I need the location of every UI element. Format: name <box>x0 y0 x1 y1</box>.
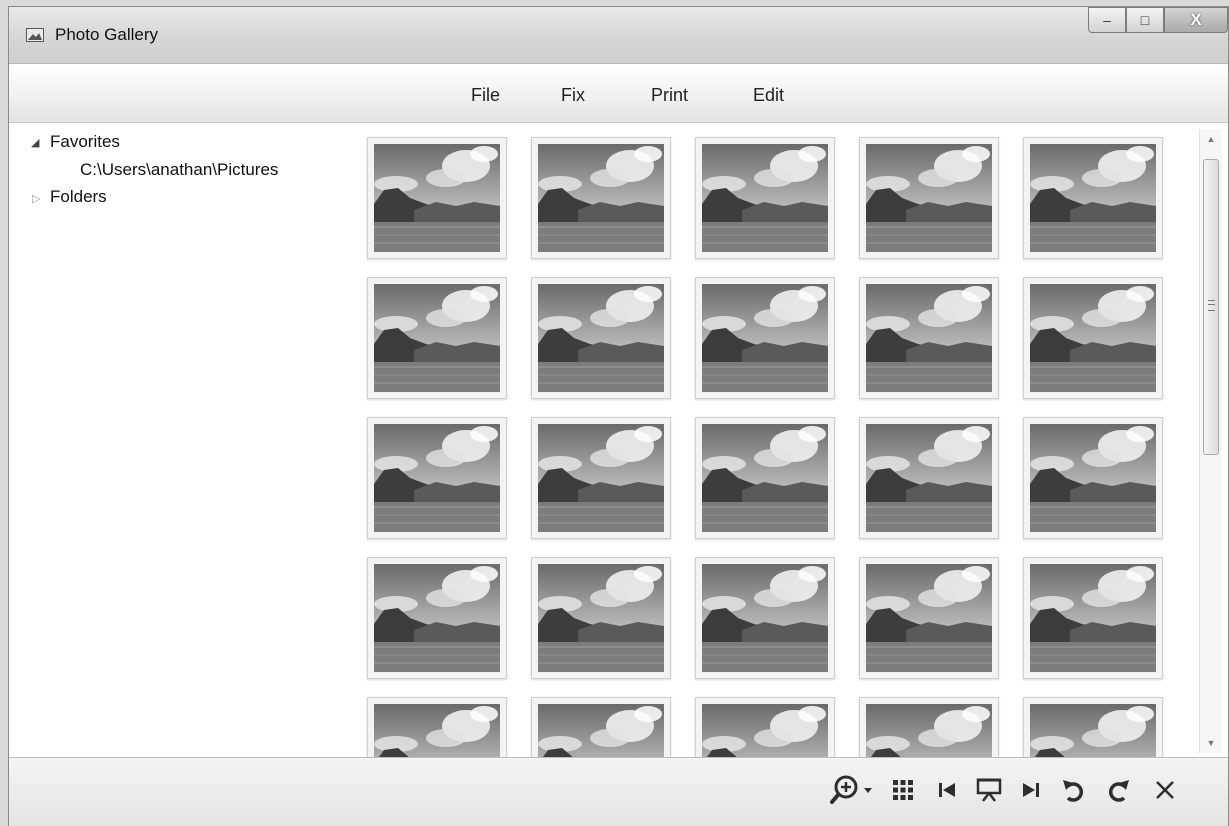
close-window-button[interactable]: X <box>1164 7 1228 33</box>
folder-tree: ◢ Favorites C:\Users\anathan\Pictures ▷ … <box>9 123 359 757</box>
photo-thumbnail[interactable] <box>367 557 507 679</box>
photo-thumbnail[interactable] <box>859 417 999 539</box>
landscape-photo <box>538 424 664 532</box>
skip-forward-icon <box>1023 783 1039 797</box>
menu-print[interactable]: Print <box>651 85 688 106</box>
photo-gallery-window: Photo Gallery – □ X File Fix Print Edit … <box>8 6 1229 826</box>
photo-thumbnail[interactable] <box>1023 557 1163 679</box>
rotate-left-button[interactable] <box>1055 770 1091 810</box>
photo-thumbnail[interactable] <box>367 697 507 757</box>
maximize-icon: □ <box>1140 12 1150 28</box>
menu-bar: File Fix Print Edit <box>9 64 1228 123</box>
tree-item-folders[interactable]: Folders <box>50 187 107 207</box>
slideshow-icon <box>976 778 1002 802</box>
photo-thumbnail[interactable] <box>531 417 671 539</box>
landscape-photo <box>1030 144 1156 252</box>
photo-thumbnail[interactable] <box>1023 697 1163 757</box>
photo-thumbnail[interactable] <box>367 277 507 399</box>
window-controls: – □ X <box>1088 7 1228 35</box>
photo-thumbnail[interactable] <box>1023 277 1163 399</box>
collapsed-triangle-icon[interactable]: ▷ <box>32 192 40 205</box>
photo-thumbnail[interactable] <box>531 137 671 259</box>
close-icon: X <box>1190 10 1202 29</box>
photo-thumbnail[interactable] <box>695 697 835 757</box>
photo-thumbnail[interactable] <box>695 417 835 539</box>
landscape-photo <box>702 704 828 757</box>
close-icon <box>1156 781 1174 799</box>
landscape-photo <box>866 564 992 672</box>
landscape-photo <box>374 144 500 252</box>
photo-app-icon <box>26 28 44 42</box>
rotate-ccw-icon <box>1063 780 1084 802</box>
landscape-photo <box>866 704 992 757</box>
photo-thumbnail[interactable] <box>531 697 671 757</box>
landscape-photo <box>702 424 828 532</box>
zoom-in-icon <box>830 775 872 804</box>
menu-fix[interactable]: Fix <box>561 85 585 106</box>
landscape-photo <box>538 704 664 757</box>
skip-back-icon <box>939 783 955 797</box>
maximize-button[interactable]: □ <box>1126 7 1164 33</box>
minimize-button[interactable]: – <box>1088 7 1126 33</box>
landscape-photo <box>374 284 500 392</box>
landscape-photo <box>1030 704 1156 757</box>
window-title: Photo Gallery <box>55 25 158 44</box>
menu-edit[interactable]: Edit <box>753 85 784 106</box>
landscape-photo <box>538 284 664 392</box>
photo-thumbnail[interactable] <box>1023 417 1163 539</box>
delete-button[interactable] <box>1147 770 1183 810</box>
landscape-photo <box>1030 284 1156 392</box>
bottom-toolbar <box>9 757 1228 826</box>
landscape-photo <box>374 424 500 532</box>
previous-button[interactable] <box>929 770 965 810</box>
slideshow-button[interactable] <box>969 770 1009 810</box>
landscape-photo <box>374 704 500 757</box>
photo-thumbnail[interactable] <box>695 277 835 399</box>
photo-thumbnail[interactable] <box>859 137 999 259</box>
tree-item-pictures-folder[interactable]: C:\Users\anathan\Pictures <box>80 160 278 180</box>
photo-thumbnail[interactable] <box>1023 137 1163 259</box>
photo-thumbnail[interactable] <box>859 697 999 757</box>
landscape-photo <box>1030 424 1156 532</box>
title-bar: Photo Gallery – □ X <box>9 7 1228 64</box>
expanded-triangle-icon[interactable]: ◢ <box>31 136 39 149</box>
landscape-photo <box>866 144 992 252</box>
menu-file[interactable]: File <box>471 85 500 106</box>
grid-view-button[interactable] <box>885 770 921 810</box>
landscape-photo <box>866 284 992 392</box>
landscape-photo <box>702 564 828 672</box>
zoom-button[interactable] <box>827 770 879 810</box>
landscape-photo <box>538 564 664 672</box>
landscape-photo <box>374 564 500 672</box>
thumbnail-grid <box>359 123 1201 757</box>
rotate-right-button[interactable] <box>1101 770 1137 810</box>
photo-thumbnail[interactable] <box>531 557 671 679</box>
photo-thumbnail[interactable] <box>859 277 999 399</box>
landscape-photo <box>1030 564 1156 672</box>
landscape-photo <box>702 144 828 252</box>
landscape-photo <box>538 144 664 252</box>
scroll-up-arrow-icon[interactable]: ▲ <box>1200 129 1222 149</box>
vertical-scrollbar[interactable]: ▲ ▼ <box>1199 129 1222 753</box>
rotate-cw-icon <box>1108 780 1129 802</box>
grip-icon <box>1208 300 1215 311</box>
tree-item-favorites[interactable]: Favorites <box>50 132 120 152</box>
photo-thumbnail[interactable] <box>859 557 999 679</box>
next-button[interactable] <box>1013 770 1049 810</box>
minimize-icon: – <box>1103 12 1111 28</box>
photo-thumbnail[interactable] <box>367 137 507 259</box>
photo-thumbnail[interactable] <box>695 137 835 259</box>
photo-thumbnail[interactable] <box>367 417 507 539</box>
scroll-down-arrow-icon[interactable]: ▼ <box>1200 733 1222 753</box>
grid-icon <box>893 780 913 800</box>
landscape-photo <box>866 424 992 532</box>
landscape-photo <box>702 284 828 392</box>
scrollbar-thumb[interactable] <box>1203 159 1219 455</box>
photo-thumbnail[interactable] <box>531 277 671 399</box>
photo-thumbnail[interactable] <box>695 557 835 679</box>
